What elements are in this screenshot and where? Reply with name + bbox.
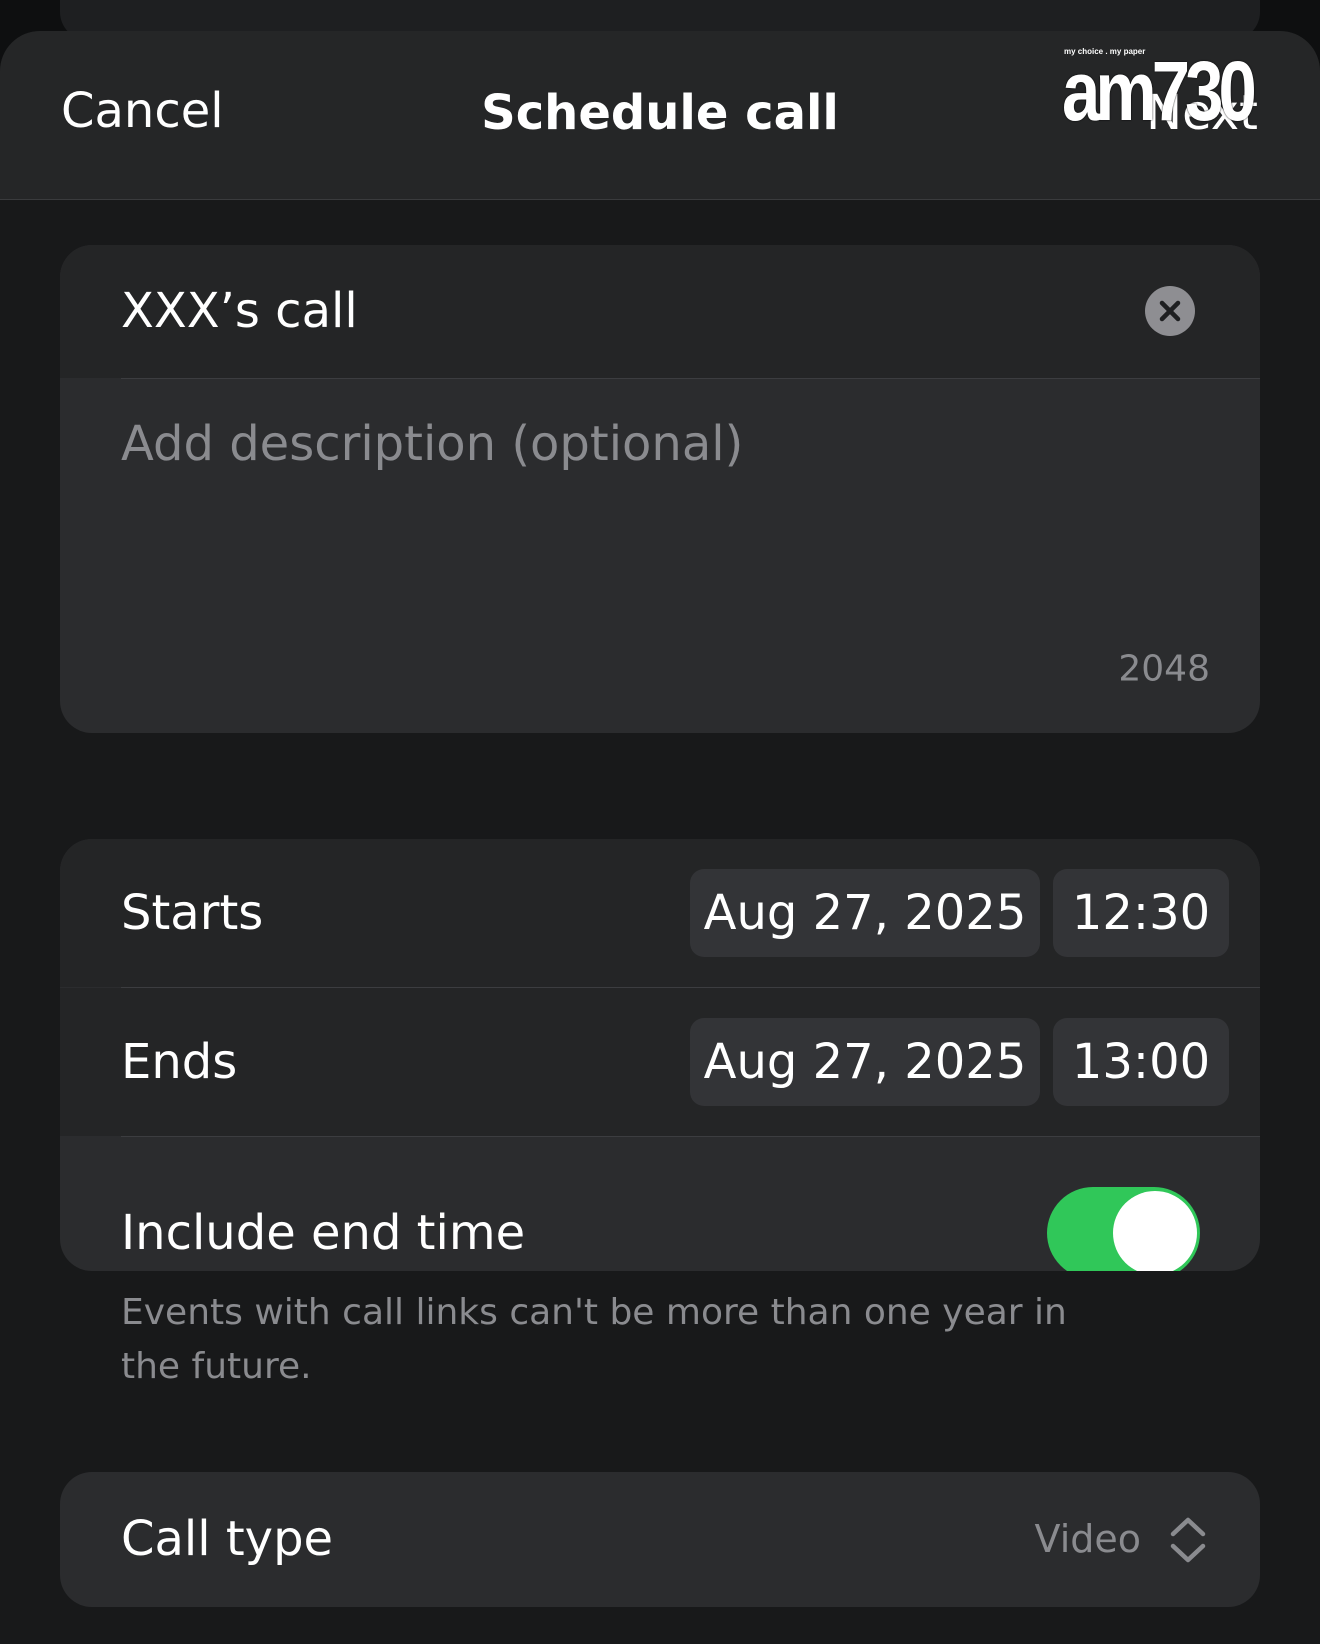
starts-time-button[interactable]: 12:30 bbox=[1053, 869, 1229, 957]
ends-row: Ends Aug 27, 2025 13:00 bbox=[60, 988, 1260, 1136]
clear-title-button[interactable] bbox=[1145, 286, 1195, 336]
schedule-call-sheet: Cancel Schedule call Next XXX’s call Add… bbox=[0, 31, 1320, 1644]
event-details-card: XXX’s call Add description (optional) 20… bbox=[60, 245, 1260, 733]
starts-date-button[interactable]: Aug 27, 2025 bbox=[690, 869, 1040, 957]
ends-label: Ends bbox=[121, 1034, 238, 1090]
watermark-brand: am730 bbox=[1062, 44, 1257, 138]
description-input[interactable]: Add description (optional) bbox=[121, 416, 743, 472]
chevron-up-down-icon[interactable] bbox=[1168, 1514, 1208, 1566]
starts-label: Starts bbox=[121, 885, 264, 941]
ends-time-button[interactable]: 13:00 bbox=[1053, 1018, 1229, 1106]
schedule-card: Starts Aug 27, 2025 12:30 Ends Aug 27, 2… bbox=[60, 839, 1260, 1271]
call-type-row[interactable]: Call type Video bbox=[60, 1472, 1260, 1607]
include-end-time-toggle[interactable] bbox=[1047, 1187, 1200, 1271]
ends-date-button[interactable]: Aug 27, 2025 bbox=[690, 1018, 1040, 1106]
close-icon bbox=[1159, 300, 1181, 322]
title-field[interactable]: XXX’s call bbox=[60, 245, 1260, 378]
date-limit-note: Events with call links can't be more tha… bbox=[121, 1292, 1067, 1387]
include-end-time-label: Include end time bbox=[121, 1205, 526, 1261]
starts-row: Starts Aug 27, 2025 12:30 bbox=[60, 839, 1260, 987]
cancel-button[interactable]: Cancel bbox=[61, 83, 224, 139]
title-input[interactable]: XXX’s call bbox=[121, 283, 358, 339]
divider bbox=[121, 1136, 1260, 1137]
call-type-label: Call type bbox=[121, 1511, 334, 1567]
page-title: Schedule call bbox=[481, 85, 839, 141]
watermark-logo: my choice . my paper am730 bbox=[1062, 45, 1266, 135]
divider bbox=[121, 378, 1260, 379]
call-type-value[interactable]: Video bbox=[1035, 1517, 1141, 1561]
toggle-knob bbox=[1113, 1191, 1197, 1271]
char-counter: 2048 bbox=[1118, 648, 1210, 690]
